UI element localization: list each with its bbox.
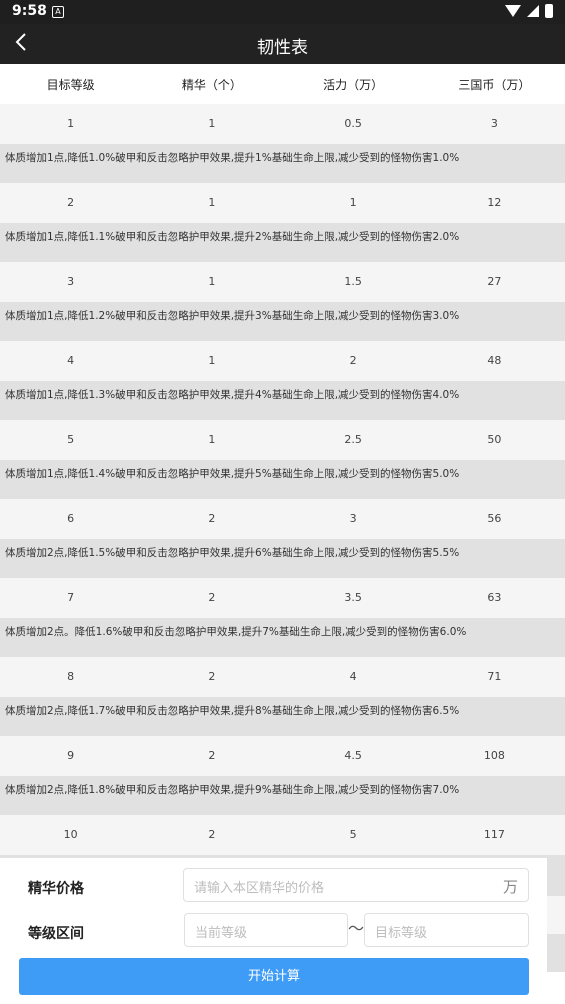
row-description: 体质增加2点。降低1.6%破甲和反击忽略护甲效果,提升7%基础生命上限,减少受到… <box>0 617 565 657</box>
essence-price-input[interactable]: 请输入本区精华的价格 万 <box>183 868 529 902</box>
essence-price-placeholder: 请输入本区精华的价格 <box>194 881 325 896</box>
notification-icon: A <box>52 6 64 18</box>
table-header: 目标等级 精华（个） 活力（万） 三国币（万） <box>0 64 565 104</box>
cell-coins: 117 <box>483 828 505 842</box>
cell-vitality: 0.5 <box>344 117 362 131</box>
cell-level: 5 <box>67 433 75 447</box>
signal-icon <box>527 5 539 17</box>
row-description: 体质增加1点,降低1.4%破甲和反击忽略护甲效果,提升5%基础生命上限,减少受到… <box>0 459 565 499</box>
table-body: 1 1 0.5 3 体质增加1点,降低1.0%破甲和反击忽略护甲效果,提升1%基础生命… <box>0 104 565 894</box>
header-coins: 三国币（万） <box>458 77 531 92</box>
row-description: 体质增加1点,降低1.2%破甲和反击忽略护甲效果,提升3%基础生命上限,减少受到… <box>0 301 565 341</box>
cell-level: 10 <box>63 828 78 842</box>
table-row: 9 2 4.5 108 <box>0 736 565 776</box>
cell-essence: 2 <box>208 828 216 842</box>
table-row: 8 2 4 71 <box>0 657 565 697</box>
cell-essence: 1 <box>208 196 216 210</box>
header-target-level: 目标等级 <box>46 77 95 92</box>
cell-coins: 3 <box>490 117 498 131</box>
table-row: 3 1 1.5 27 <box>0 262 565 302</box>
cell-coins: 50 <box>487 433 502 447</box>
essence-price-unit: 万 <box>502 878 518 896</box>
status-time: 9:58 <box>12 3 47 19</box>
cell-vitality: 4 <box>349 670 357 684</box>
cell-coins: 71 <box>487 670 502 684</box>
cell-level: 2 <box>67 196 75 210</box>
essence-price-label: 精华价格 <box>28 881 84 897</box>
page-title: 韧性表 <box>257 38 308 58</box>
cell-vitality: 3 <box>349 512 357 526</box>
table-row: 4 1 2 48 <box>0 341 565 381</box>
row-description: 体质增加1点,降低1.3%破甲和反击忽略护甲效果,提升4%基础生命上限,减少受到… <box>0 380 565 420</box>
status-icons <box>505 4 553 18</box>
table-row: 5 1 2.5 50 <box>0 420 565 460</box>
cell-essence: 2 <box>208 591 216 605</box>
cell-essence: 2 <box>208 512 216 526</box>
cell-level: 8 <box>67 670 75 684</box>
range-separator: 〜 <box>348 919 365 938</box>
cell-vitality: 1.5 <box>344 275 362 289</box>
row-description: 体质增加1点,降低1.0%破甲和反击忽略护甲效果,提升1%基础生命上限,减少受到… <box>0 143 565 183</box>
row-description: 体质增加2点,降低1.8%破甲和反击忽略护甲效果,提升9%基础生命上限,减少受到… <box>0 775 565 815</box>
battery-icon <box>545 4 553 18</box>
cell-essence: 2 <box>208 749 216 763</box>
cell-level: 7 <box>67 591 75 605</box>
cell-essence: 1 <box>208 433 216 447</box>
scroll-edge <box>547 858 565 1004</box>
cell-vitality: 2.5 <box>344 433 362 447</box>
cell-coins: 56 <box>487 512 502 526</box>
cell-essence: 1 <box>208 354 216 368</box>
header-vitality: 活力（万） <box>323 77 384 92</box>
cell-vitality: 5 <box>349 828 357 842</box>
cell-level: 3 <box>67 275 75 289</box>
cell-level: 1 <box>67 117 75 131</box>
target-level-input[interactable]: 目标等级 <box>364 913 529 947</box>
cell-coins: 48 <box>487 354 502 368</box>
current-level-placeholder: 当前等级 <box>195 926 248 941</box>
current-level-input[interactable]: 当前等级 <box>184 913 348 947</box>
cell-essence: 2 <box>208 670 216 684</box>
cell-coins: 12 <box>487 196 502 210</box>
target-level-placeholder: 目标等级 <box>375 926 428 941</box>
level-range-label: 等级区间 <box>28 926 84 942</box>
cell-level: 4 <box>67 354 75 368</box>
row-description: 体质增加2点,降低1.5%破甲和反击忽略护甲效果,提升6%基础生命上限,减少受到… <box>0 538 565 578</box>
start-calculate-button[interactable]: 开始计算 <box>19 958 529 995</box>
app-bar: 韧性表 <box>0 24 565 64</box>
table-row: 10 2 5 117 <box>0 815 565 855</box>
cell-vitality: 1 <box>349 196 357 210</box>
cell-coins: 27 <box>487 275 502 289</box>
cell-coins: 63 <box>487 591 502 605</box>
row-description: 体质增加2点,降低1.7%破甲和反击忽略护甲效果,提升8%基础生命上限,减少受到… <box>0 696 565 736</box>
table-row: 7 2 3.5 63 <box>0 578 565 618</box>
calculator-panel: 精华价格 请输入本区精华的价格 万 等级区间 当前等级 〜 目标等级 开始计算 <box>0 858 547 1004</box>
table-row: 2 1 1 12 <box>0 183 565 223</box>
row-description: 体质增加1点,降低1.1%破甲和反击忽略护甲效果,提升2%基础生命上限,减少受到… <box>0 222 565 262</box>
cell-essence: 1 <box>208 275 216 289</box>
table-row: 1 1 0.5 3 <box>0 104 565 144</box>
table-row: 6 2 3 56 <box>0 499 565 539</box>
cell-level: 9 <box>67 749 75 763</box>
status-bar: 9:58 A <box>0 0 565 24</box>
cell-level: 6 <box>67 512 75 526</box>
cell-vitality: 4.5 <box>344 749 362 763</box>
wifi-icon <box>505 5 521 17</box>
cell-coins: 108 <box>483 749 505 763</box>
cell-vitality: 2 <box>349 354 357 368</box>
cell-vitality: 3.5 <box>344 591 362 605</box>
header-essence: 精华（个） <box>181 77 242 92</box>
cell-essence: 1 <box>208 117 216 131</box>
